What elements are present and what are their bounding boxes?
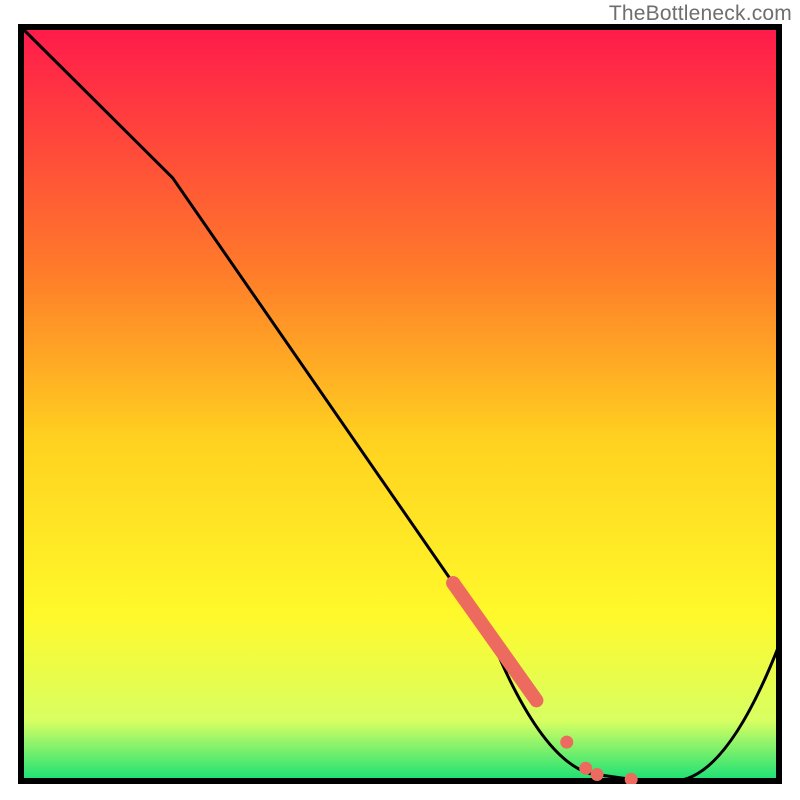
highlight-dot xyxy=(591,768,604,781)
highlight-dot xyxy=(579,762,592,775)
chart-svg xyxy=(18,24,782,784)
plot-area xyxy=(18,24,782,784)
watermark-text: TheBottleneck.com xyxy=(609,2,792,26)
highlight-dot xyxy=(560,736,573,749)
chart-container: TheBottleneck.com xyxy=(0,0,800,800)
